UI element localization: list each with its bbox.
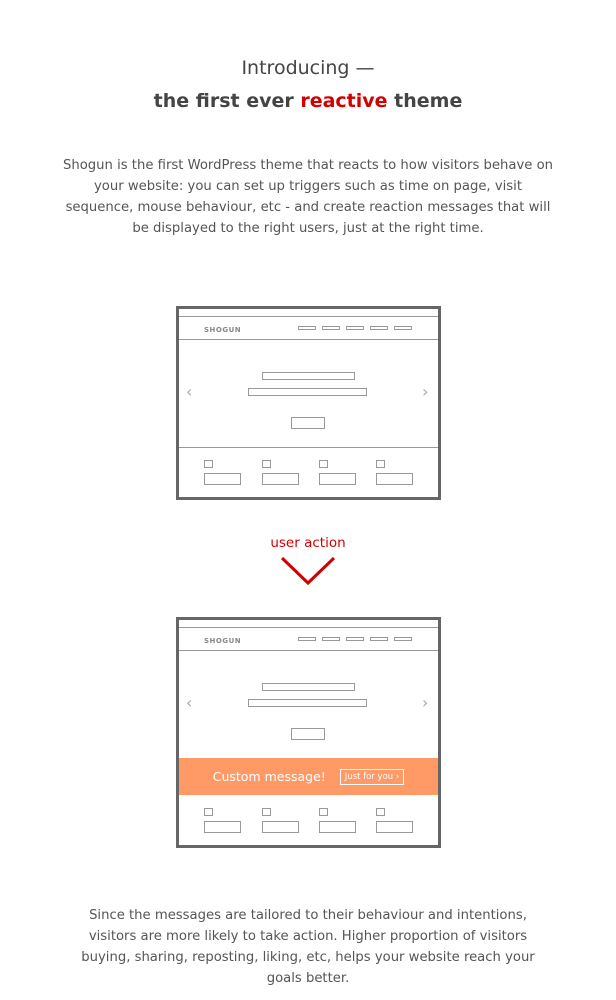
mockup-feature-box <box>319 473 356 485</box>
mockup-feature-icon <box>376 808 385 816</box>
mockup-feature-box <box>376 821 413 833</box>
website-mockup-after: SHOGUN ‹ › Custom message! Just for you › <box>176 617 441 848</box>
user-action-label: user action <box>270 535 346 551</box>
heading-line1: Introducing — <box>241 57 375 79</box>
mockup-feature-icon <box>204 808 213 816</box>
banner-message: Custom message! <box>212 769 326 784</box>
heading-text: theme <box>387 90 463 112</box>
mockup-feature-icon <box>376 460 385 468</box>
mockup-nav-item <box>394 326 412 330</box>
mockup-feature-box <box>319 821 356 833</box>
chevron-left-icon: ‹ <box>186 693 193 712</box>
mockup-button <box>291 728 325 740</box>
mockup-nav-item <box>298 637 316 641</box>
mockup-nav-item <box>370 326 388 330</box>
mockup-nav-item <box>346 326 364 330</box>
heading-line2: the first ever reactive theme <box>0 90 616 112</box>
mockup-feature-box <box>376 473 413 485</box>
chevron-right-icon: › <box>422 693 429 712</box>
chevron-down-icon <box>280 556 336 586</box>
mockup-nav-item <box>346 637 364 641</box>
mockup-nav-item <box>322 637 340 641</box>
mockup-feature-box <box>262 473 299 485</box>
mockup-nav-item <box>298 326 316 330</box>
mockup-feature-icon <box>319 460 328 468</box>
website-mockup-before: SHOGUN ‹ › <box>176 306 441 500</box>
heading-text: the first ever <box>153 90 301 112</box>
mockup-feature-icon <box>262 808 271 816</box>
mockup-feature-icon <box>319 808 328 816</box>
divider <box>179 447 438 448</box>
mockup-subtitle-bar <box>248 388 367 396</box>
mockup-nav-item <box>394 637 412 641</box>
mockup-feature-box <box>262 821 299 833</box>
mockup-subtitle-bar <box>248 699 367 707</box>
mockup-feature-box <box>204 473 241 485</box>
mockup-feature-icon <box>204 460 213 468</box>
mockup-logo: SHOGUN <box>204 326 242 334</box>
divider <box>179 316 438 317</box>
reaction-message-banner: Custom message! Just for you › <box>179 758 438 795</box>
mockup-nav-item <box>370 637 388 641</box>
intro-paragraph: Shogun is the first WordPress theme that… <box>63 158 553 236</box>
chevron-right-icon: › <box>422 382 429 401</box>
mockup-title-bar <box>262 683 355 691</box>
divider <box>179 339 438 340</box>
banner-button[interactable]: Just for you › <box>339 768 405 785</box>
mockup-feature-icon <box>262 460 271 468</box>
divider <box>179 650 438 651</box>
mockup-nav-item <box>322 326 340 330</box>
chevron-left-icon: ‹ <box>186 382 193 401</box>
divider <box>179 627 438 628</box>
mockup-feature-box <box>204 821 241 833</box>
mockup-button <box>291 417 325 429</box>
mockup-title-bar <box>262 372 355 380</box>
outro-paragraph: Since the messages are tailored to their… <box>81 908 535 986</box>
heading-accent: reactive <box>300 90 388 112</box>
mockup-logo: SHOGUN <box>204 637 242 645</box>
